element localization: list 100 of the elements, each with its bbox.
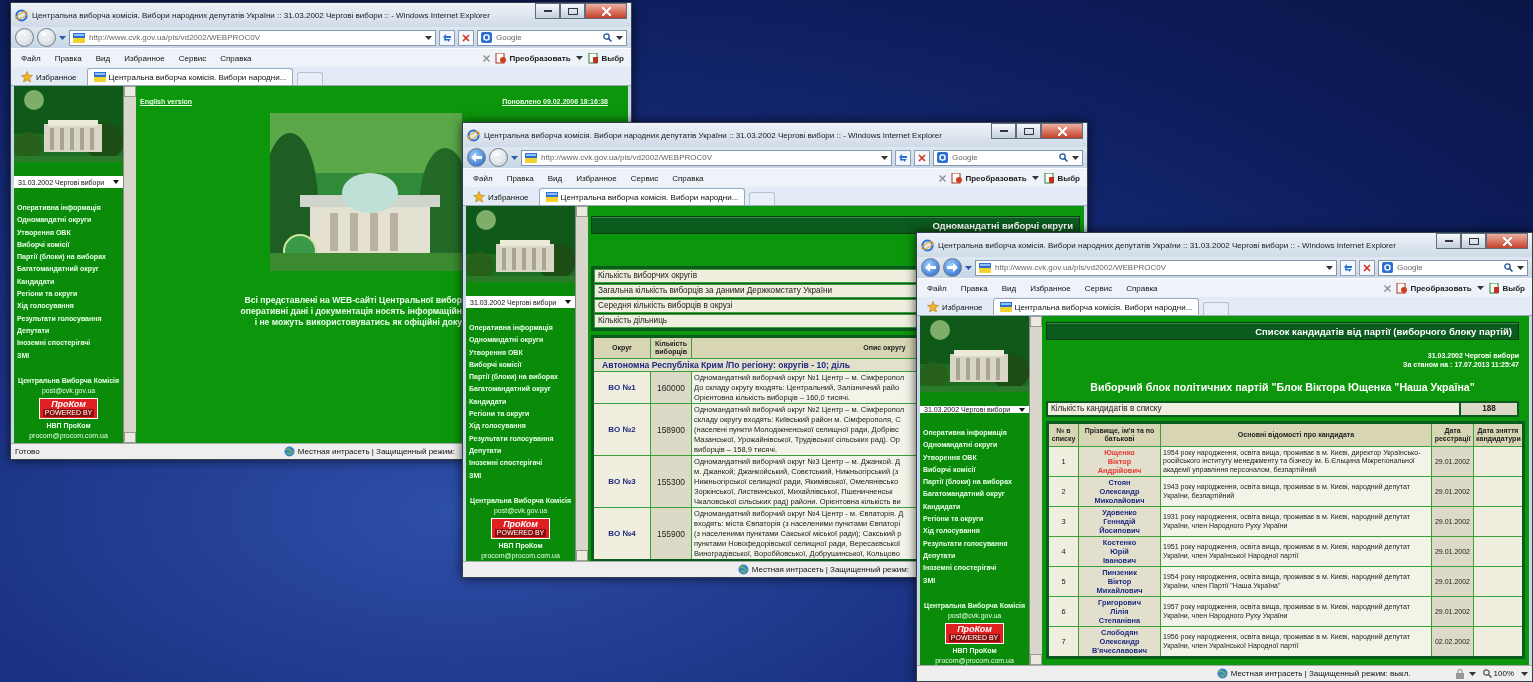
search-icon[interactable] [1059, 153, 1068, 162]
district-link[interactable]: ВО №3 [592, 455, 651, 508]
star-icon [473, 191, 485, 203]
convert-button[interactable]: Преобразовать [492, 52, 574, 64]
menu-item[interactable]: Вид [995, 283, 1023, 293]
search-field[interactable]: Google [477, 29, 627, 46]
address-field[interactable]: http://www.cvk.gov.ua/pls/vd2002/WEBPROC0V [69, 29, 436, 46]
browser-tab[interactable]: Центральна виборча комісія. Вибори народни... [538, 188, 746, 205]
district-link[interactable]: ВО №1 [592, 371, 651, 404]
menu-item[interactable]: Справка [214, 53, 258, 63]
convert-button[interactable]: Преобразовать [1393, 282, 1475, 294]
caret-icon [575, 56, 583, 60]
search-icon[interactable] [1504, 263, 1513, 272]
party-title: Виборчий блок політичних партій "Блок Віктора Ющенка "Наша Україна" [1089, 381, 1476, 393]
document-icon [495, 52, 507, 64]
status-text: Готово [15, 447, 40, 456]
caret-icon [565, 300, 572, 304]
menu-item[interactable]: Файл [467, 173, 499, 183]
menu-item[interactable]: Сервис [172, 53, 213, 63]
menu-item[interactable]: Файл [921, 283, 953, 293]
district-link[interactable]: ВО №2 [592, 403, 651, 456]
globe-icon [1216, 668, 1228, 679]
scrollbar[interactable] [123, 86, 136, 443]
menu-item[interactable]: Правка [500, 173, 540, 183]
menu-item[interactable]: Правка [954, 283, 994, 293]
close-button[interactable] [585, 3, 627, 19]
toolbar-button[interactable]: Выбр [1040, 172, 1083, 184]
back-button[interactable] [467, 148, 486, 167]
scrollbar[interactable] [1029, 316, 1042, 665]
refresh-icon [442, 33, 452, 42]
minimize-button[interactable] [1436, 233, 1461, 249]
back-button[interactable] [15, 28, 34, 47]
section-heading: Одномандатні виборчі округи [591, 216, 1080, 234]
close-icon[interactable] [939, 174, 947, 182]
notice-text: оперативні дані і документація носять інформаційн [240, 306, 462, 317]
stop-button[interactable] [914, 149, 930, 166]
refresh-button[interactable] [895, 149, 911, 166]
menu-item[interactable]: Правка [48, 53, 88, 63]
window-title: Центральна виборча комісія. Вибори народних депутатів України :: 31.03.2002 Чергові вибори :: - Windows Internet Explorer [484, 130, 943, 140]
forward-button[interactable] [37, 28, 56, 47]
flag-icon [525, 152, 537, 163]
lock-icon[interactable] [1454, 668, 1465, 679]
convert-button[interactable]: Преобразовать [948, 172, 1030, 184]
menu-item[interactable]: Вид [541, 173, 569, 183]
menu-item[interactable]: Справка [666, 173, 710, 183]
close-icon[interactable] [483, 54, 491, 62]
menu-item[interactable]: Вид [89, 53, 117, 63]
close-icon [462, 33, 470, 42]
caret-icon [1468, 671, 1476, 676]
menu-item[interactable]: Избранное [570, 173, 623, 183]
caret-icon[interactable] [59, 35, 66, 40]
stop-button[interactable] [458, 29, 474, 46]
menu-item[interactable]: Сервис [1078, 283, 1119, 293]
menu-item[interactable]: Сервис [624, 173, 665, 183]
close-button[interactable] [1041, 123, 1083, 139]
toolbar-button[interactable]: Выбр [584, 52, 627, 64]
menu-item[interactable]: Файл [15, 53, 47, 63]
star-icon [21, 71, 33, 83]
close-button[interactable] [1486, 233, 1528, 249]
address-field[interactable]: http://www.cvk.gov.ua/pls/vd2002/WEBPROC0V [975, 259, 1337, 276]
district-link[interactable]: ВО №4 [592, 507, 651, 561]
address-field[interactable]: http://www.cvk.gov.ua/pls/vd2002/WEBPROC0V [521, 149, 892, 166]
caret-icon [425, 35, 432, 40]
forward-button[interactable] [489, 148, 508, 167]
menu-item[interactable]: Избранное [1024, 283, 1077, 293]
document-icon [587, 52, 599, 64]
caret-icon [113, 180, 120, 184]
maximize-button[interactable] [560, 3, 585, 19]
caret-icon [1521, 671, 1528, 676]
stop-button[interactable] [1359, 259, 1375, 276]
minimize-button[interactable] [991, 123, 1016, 139]
favorites-button[interactable]: Избранное [467, 189, 535, 205]
back-button[interactable] [921, 258, 940, 277]
browser-tab[interactable]: Центральна виборча комісія. Вибори народни... [992, 298, 1200, 315]
maximize-button[interactable] [1016, 123, 1041, 139]
refresh-button[interactable] [439, 29, 455, 46]
close-icon[interactable] [1384, 284, 1392, 292]
minimize-button[interactable] [535, 3, 560, 19]
favorites-button[interactable]: Избранное [15, 69, 83, 85]
toolbar-button[interactable]: Выбр [1485, 282, 1528, 294]
security-zone: Местная интрасеть | Защищенный режим: выкл. [1230, 669, 1411, 678]
browser-icon [921, 238, 934, 252]
logo-wordmark: ПроКом [957, 624, 992, 634]
forward-button[interactable] [943, 258, 962, 277]
close-icon [918, 153, 926, 162]
zoom-button[interactable]: 100% [1479, 669, 1517, 678]
caret-icon [1019, 407, 1026, 412]
search-engine-icon [481, 32, 492, 43]
refresh-button[interactable] [1340, 259, 1356, 276]
menu-item[interactable]: Справка [1120, 283, 1164, 293]
document-icon [1043, 172, 1055, 184]
browser-tab[interactable]: Центральна виборча комісія. Вибори народни... [86, 68, 294, 85]
favorites-button[interactable]: Избранное [921, 299, 989, 315]
search-icon[interactable] [603, 33, 612, 42]
scrollbar[interactable] [575, 206, 588, 561]
menu-item[interactable]: Избранное [118, 53, 171, 63]
search-field[interactable]: Google [1378, 259, 1528, 276]
maximize-button[interactable] [1461, 233, 1486, 249]
search-field[interactable]: Google [933, 149, 1083, 166]
caret-icon[interactable] [511, 155, 518, 160]
